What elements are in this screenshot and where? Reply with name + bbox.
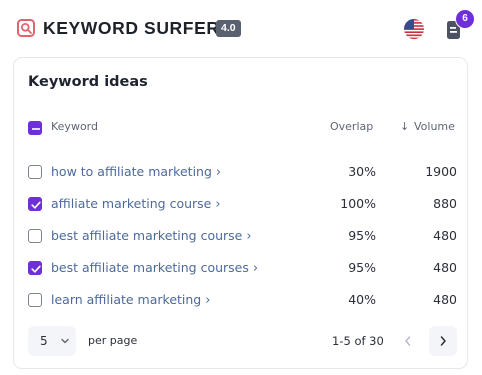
column-header-volume[interactable]: Volume: [414, 120, 455, 133]
sort-desc-icon[interactable]: ↓: [400, 120, 409, 133]
chevron-left-icon: [405, 336, 411, 346]
app-header: KEYWORD SURFER 4.0 6: [0, 0, 482, 58]
overlap-value: 100%: [340, 196, 376, 211]
keyword-link[interactable]: affiliate marketing course ›: [51, 188, 221, 221]
us-flag-icon[interactable]: [404, 19, 424, 39]
table-row: best affiliate marketing course › 95% 480: [14, 220, 469, 252]
next-page-button[interactable]: [429, 326, 457, 356]
column-header-overlap[interactable]: Overlap: [330, 120, 373, 133]
chevron-right-icon: ›: [215, 197, 221, 212]
keyword-link[interactable]: learn affiliate marketing ›: [51, 284, 210, 317]
prev-page-button[interactable]: [394, 326, 422, 356]
chevron-right-icon: [440, 336, 446, 346]
row-checkbox[interactable]: [28, 165, 42, 179]
app-title: KEYWORD SURFER: [43, 18, 220, 38]
keyword-link[interactable]: best affiliate marketing course ›: [51, 220, 252, 253]
row-checkbox[interactable]: [28, 229, 42, 243]
card-title: Keyword ideas: [28, 74, 148, 90]
table-row: learn affiliate marketing › 40% 480: [14, 284, 469, 316]
volume-value: 480: [433, 228, 457, 243]
overlap-value: 95%: [348, 228, 376, 243]
page-range: 1-5 of 30: [332, 334, 384, 348]
keyword-ideas-card: Keyword ideas Keyword Overlap ↓ Volume h…: [13, 57, 468, 369]
volume-value: 1900: [425, 164, 457, 179]
surfer-logo-icon: [17, 19, 35, 37]
volume-value: 480: [433, 292, 457, 307]
volume-value: 880: [433, 196, 457, 211]
keyword-text: learn affiliate marketing: [51, 292, 202, 307]
page-size-select[interactable]: 5: [28, 326, 76, 356]
version-badge: 4.0: [216, 20, 241, 37]
row-checkbox[interactable]: [28, 197, 42, 211]
keyword-text: best affiliate marketing course: [51, 228, 243, 243]
keyword-link[interactable]: how to affiliate marketing ›: [51, 156, 221, 189]
keyword-text: best affiliate marketing courses: [51, 260, 249, 275]
page-size-value: 5: [40, 334, 48, 348]
chevron-right-icon: ›: [252, 261, 259, 276]
keyword-text: affiliate marketing course: [51, 196, 212, 211]
select-all-checkbox[interactable]: [28, 121, 42, 135]
keyword-link[interactable]: best affiliate marketing courses ›: [51, 252, 258, 285]
column-header-keyword[interactable]: Keyword: [51, 120, 98, 133]
table-row: how to affiliate marketing › 30% 1900: [14, 156, 469, 188]
volume-value: 480: [433, 260, 457, 275]
row-checkbox[interactable]: [28, 293, 42, 307]
table-row: affiliate marketing course › 100% 880: [14, 188, 469, 220]
per-page-label: per page: [88, 334, 138, 347]
overlap-value: 95%: [348, 260, 376, 275]
pagination: 5 per page 1-5 of 30: [14, 326, 469, 360]
chevron-right-icon: ›: [246, 229, 252, 244]
table-row: best affiliate marketing courses › 95% 48…: [14, 252, 469, 284]
overlap-value: 30%: [348, 164, 376, 179]
keyword-text: how to affiliate marketing: [51, 164, 212, 179]
overlap-value: 40%: [348, 292, 376, 307]
chevron-down-icon: [61, 338, 69, 344]
chevron-right-icon: ›: [205, 293, 211, 308]
chevron-right-icon: ›: [215, 165, 222, 180]
row-checkbox[interactable]: [28, 261, 42, 275]
notification-badge: 6: [455, 9, 475, 29]
